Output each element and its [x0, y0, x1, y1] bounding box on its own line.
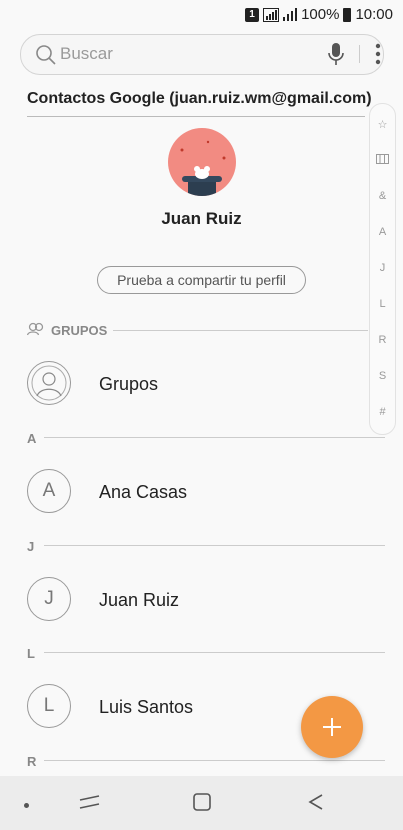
search-placeholder: Buscar — [60, 44, 113, 63]
section-header-j: J — [27, 539, 35, 554]
index-a[interactable]: A — [370, 226, 395, 238]
battery-icon — [343, 7, 352, 22]
index-ampersand[interactable]: & — [370, 190, 395, 202]
index-l[interactable]: L — [370, 298, 395, 310]
share-profile-button[interactable]: Prueba a compartir tu perfil — [97, 266, 306, 294]
search-divider — [359, 45, 360, 63]
groups-icon — [27, 322, 44, 336]
section-line-l — [44, 652, 385, 653]
groups-item-label[interactable]: Grupos — [99, 374, 158, 395]
contact-name-juan[interactable]: Juan Ruiz — [99, 590, 179, 611]
search-bar[interactable]: Buscar — [20, 34, 384, 75]
section-line-r — [44, 760, 385, 761]
nav-dot-icon[interactable] — [24, 803, 29, 808]
sim-icon: 1 — [245, 7, 260, 22]
account-divider — [27, 116, 365, 117]
contact-name-luis[interactable]: Luis Santos — [99, 697, 193, 718]
groups-avatar[interactable] — [27, 361, 71, 405]
recent-apps-icon[interactable] — [79, 792, 101, 812]
index-hash[interactable]: # — [370, 406, 395, 418]
add-contact-button[interactable] — [301, 696, 363, 758]
contact-name-ana[interactable]: Ana Casas — [99, 482, 187, 503]
contact-avatar-luis[interactable]: L — [27, 684, 71, 728]
section-header-l: L — [27, 646, 35, 661]
magician-hat-illustration — [180, 140, 226, 196]
profile-avatar[interactable] — [168, 128, 236, 196]
section-line-a — [44, 437, 385, 438]
contact-avatar-juan[interactable]: J — [27, 577, 71, 621]
account-label: Contactos Google (juan.ruiz.wm@gmail.com… — [27, 90, 372, 107]
wifi-calling-icon — [263, 7, 280, 22]
signal-icon — [283, 7, 298, 21]
home-icon[interactable] — [192, 792, 212, 812]
status-bar: 1 100% 10:00 — [0, 0, 403, 30]
section-header-r: R — [27, 754, 37, 769]
index-j[interactable]: J — [370, 262, 395, 274]
battery-percentage: 100% — [301, 6, 340, 23]
search-icon — [36, 45, 56, 65]
plus-icon — [323, 718, 341, 736]
groups-section-header: GRUPOS — [51, 323, 108, 338]
section-line-j — [44, 545, 385, 546]
clock: 10:00 — [355, 6, 393, 23]
navigation-bar — [0, 776, 403, 830]
group-person-icon — [31, 365, 67, 401]
groups-section-line — [113, 330, 368, 331]
back-icon[interactable] — [306, 792, 326, 812]
index-favorites-icon[interactable]: ☆ — [370, 118, 395, 131]
alphabet-index-bar[interactable]: ☆ & A J L R S # — [369, 103, 396, 435]
index-groups-icon[interactable] — [376, 154, 389, 164]
contact-avatar-ana[interactable]: A — [27, 469, 71, 513]
more-options-icon[interactable] — [375, 43, 381, 65]
index-r[interactable]: R — [370, 334, 395, 346]
profile-name: Juan Ruiz — [161, 209, 242, 228]
microphone-icon[interactable] — [327, 42, 345, 66]
index-s[interactable]: S — [370, 370, 395, 382]
section-header-a: A — [27, 431, 37, 446]
